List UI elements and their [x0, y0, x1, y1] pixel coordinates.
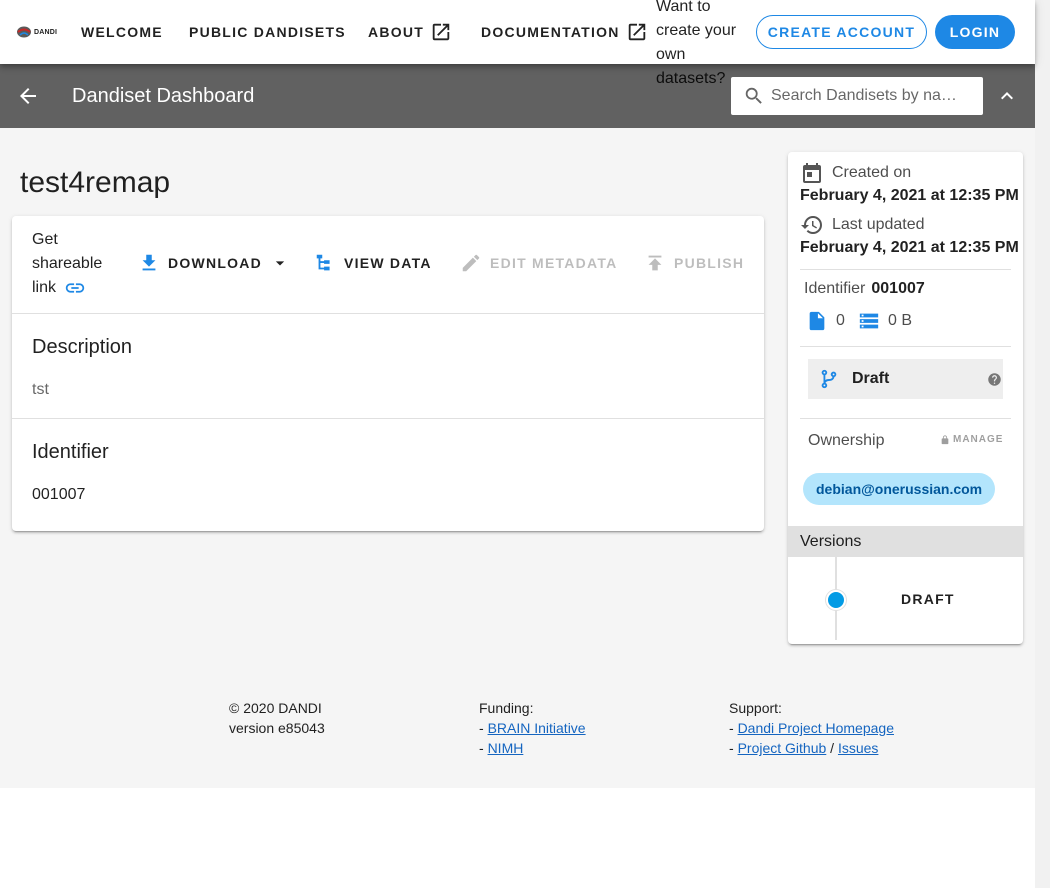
link-icon [64, 277, 86, 299]
scrollbar-track[interactable] [1035, 0, 1050, 888]
nav-public-dandisets-label: PUBLIC DANDISETS [189, 24, 346, 40]
identifier-value: 001007 [871, 280, 925, 297]
nav-documentation[interactable]: DOCUMENTATION [481, 0, 648, 64]
divider [12, 418, 764, 419]
dandi-homepage-link[interactable]: Dandi Project Homepage [738, 720, 894, 736]
app-bar: DANDI WELCOME PUBLIC DANDISETS ABOUT DOC… [0, 0, 1035, 87]
created-row: Created on [800, 161, 911, 185]
create-account-button[interactable]: CREATE ACCOUNT [756, 15, 927, 49]
publish-label: PUBLISH [674, 255, 745, 271]
toolbar-title: Dandiset Dashboard [72, 85, 255, 107]
identifier-row: Identifier 001007 [804, 280, 925, 298]
download-label: DOWNLOAD [168, 255, 262, 271]
manage-owners-button[interactable]: MANAGE [940, 434, 1003, 445]
help-circle-icon[interactable] [987, 372, 1002, 387]
nav-welcome[interactable]: WELCOME [81, 0, 163, 64]
collapse-toolbar-button[interactable] [995, 84, 1019, 108]
brain-logo-icon [17, 26, 31, 38]
support-label: Support: [729, 700, 782, 716]
publish-icon [648, 255, 662, 271]
updated-label: Last updated [832, 216, 925, 233]
nav-documentation-label: DOCUMENTATION [481, 24, 620, 40]
description-heading: Description [32, 336, 133, 358]
dandi-logo[interactable]: DANDI [16, 22, 58, 42]
divider [800, 346, 1011, 347]
owner-chip[interactable]: debian@onerussian.com [803, 473, 996, 505]
download-button[interactable]: DOWNLOAD [138, 252, 290, 274]
download-icon [142, 254, 156, 271]
dataset-size-value: 0 B [888, 312, 913, 329]
nav-public-dandisets[interactable]: PUBLIC DANDISETS [189, 0, 346, 64]
copyright-text: © 2020 DANDI [229, 700, 322, 716]
dataset-size: 0 B [858, 310, 912, 332]
ownership-label: Ownership [808, 432, 885, 449]
chevron-up-icon [1001, 92, 1013, 100]
menu-down-icon [275, 261, 285, 266]
open-in-new-icon [432, 23, 450, 41]
lock-icon [941, 434, 949, 444]
dandiset-details-panel: Created on February 4, 2021 at 12:35 PM … [788, 152, 1023, 644]
logo-text: DANDI [34, 28, 58, 36]
nav-welcome-label: WELCOME [81, 24, 163, 40]
search-icon [745, 87, 762, 104]
draft-status: Draft [808, 359, 1003, 399]
dandiset-toolbar: Dandiset Dashboard [0, 64, 1035, 128]
identifier-value: 001007 [32, 486, 86, 503]
view-data-button[interactable]: VIEW DATA [314, 252, 432, 274]
project-github-link[interactable]: Project Github [738, 740, 827, 756]
database-icon [859, 313, 879, 329]
issues-link[interactable]: Issues [838, 740, 878, 756]
created-date: February 4, 2021 at 12:35 PM [800, 187, 1019, 204]
divider [12, 313, 764, 314]
file-tree-icon [316, 254, 330, 271]
identifier-heading: Identifier [32, 441, 109, 463]
brain-initiative-link[interactable]: BRAIN Initiative [488, 720, 586, 736]
nav-about-label: ABOUT [368, 24, 425, 40]
edit-metadata-label: EDIT METADATA [490, 255, 618, 271]
edit-metadata-button[interactable]: EDIT METADATA [460, 252, 617, 274]
nimh-link[interactable]: NIMH [488, 740, 524, 756]
search-input[interactable] [771, 87, 961, 105]
identifier-label: Identifier [804, 280, 866, 297]
dandiset-title: test4remap [20, 166, 171, 199]
pencil-icon [462, 254, 480, 272]
footer-copyright: © 2020 DANDI version e85043 [229, 698, 325, 738]
divider [800, 269, 1011, 270]
create-datasets-prompt: Want to create your own datasets? [656, 0, 737, 87]
publish-button[interactable]: PUBLISH [644, 252, 744, 274]
arrow-left-icon [20, 88, 36, 104]
open-in-new-icon [628, 23, 645, 41]
footer-support: Support: - Dandi Project Homepage - Proj… [729, 700, 894, 756]
created-label: Created on [832, 164, 912, 181]
version-draft-button[interactable]: DRAFT [901, 591, 955, 607]
manage-label: MANAGE [953, 434, 1004, 445]
calendar-icon [803, 163, 821, 183]
login-button[interactable]: LOGIN [935, 15, 1015, 49]
dandiset-main-card: Get shareable link DOWNLOAD VIEW DATA ED… [12, 216, 764, 531]
nav-about[interactable]: ABOUT [368, 0, 452, 64]
divider [800, 418, 1011, 419]
draft-status-label: Draft [852, 370, 890, 387]
updated-date: February 4, 2021 at 12:35 PM [800, 239, 1019, 256]
version-timeline-dot [826, 590, 846, 610]
file-icon [809, 311, 825, 331]
version-text: version e85043 [229, 720, 325, 736]
versions-header: Versions [788, 526, 1023, 557]
description-text: tst [32, 381, 49, 398]
footer-funding: Funding: - BRAIN Initiative - NIMH [479, 700, 586, 756]
file-count: 0 [806, 310, 845, 332]
back-button[interactable] [16, 84, 40, 108]
search-field[interactable] [731, 77, 983, 115]
page-bottom [0, 788, 1035, 888]
view-data-label: VIEW DATA [344, 255, 432, 271]
source-branch-icon [821, 369, 837, 389]
updated-row: Last updated [800, 213, 925, 237]
funding-label: Funding: [479, 700, 534, 716]
history-icon [801, 216, 822, 235]
file-count-value: 0 [836, 312, 845, 329]
share-link-button[interactable]: Get shareable link [32, 228, 112, 300]
